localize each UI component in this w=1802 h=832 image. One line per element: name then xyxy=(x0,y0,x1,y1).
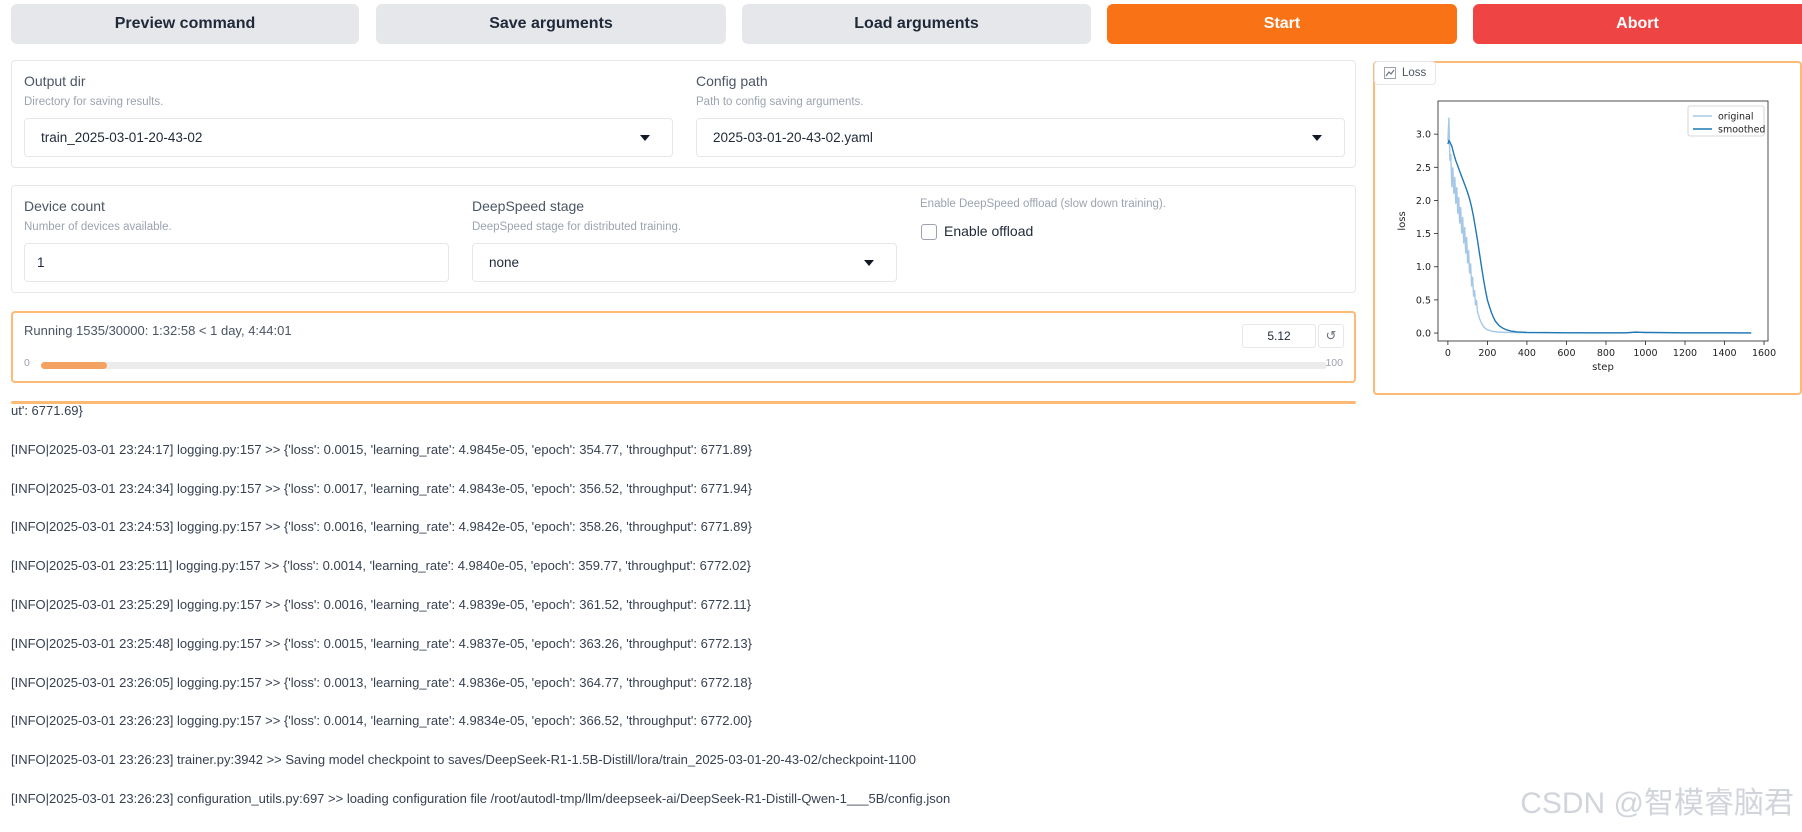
chevron-down-icon xyxy=(1312,135,1322,141)
log-line: [INFO|2025-03-01 23:26:05] logging.py:15… xyxy=(11,674,752,690)
log-line: [INFO|2025-03-01 23:24:17] logging.py:15… xyxy=(11,441,752,457)
y-tick-label: 3.0 xyxy=(1416,130,1431,141)
log-line: [INFO|2025-03-01 23:26:23] configuration… xyxy=(11,791,951,806)
log-line: [INFO|2025-03-01 23:24:34] logging.py:15… xyxy=(11,480,752,496)
log-line: [INFO|2025-03-01 23:25:48] logging.py:15… xyxy=(11,635,752,651)
start-button[interactable]: Start xyxy=(1107,4,1457,44)
legend-label: original xyxy=(1718,112,1754,123)
x-axis-label: step xyxy=(1592,362,1614,373)
deepspeed-stage-value: none xyxy=(489,255,520,270)
chevron-down-icon xyxy=(640,135,650,141)
deepspeed-stage-label: DeepSpeed stage xyxy=(472,198,585,214)
legend-label: smoothed xyxy=(1718,125,1765,136)
config-path-dropdown[interactable]: 2025-03-01-20-43-02.yaml xyxy=(696,118,1345,157)
output-dir-dropdown[interactable]: train_2025-03-01-20-43-02 xyxy=(24,118,673,157)
log-line: [INFO|2025-03-01 23:25:29] logging.py:15… xyxy=(11,597,751,612)
y-tick-label: 2.5 xyxy=(1416,163,1431,174)
deepspeed-stage-dropdown[interactable]: none xyxy=(472,243,897,282)
load-arguments-button[interactable]: Load arguments xyxy=(742,4,1091,44)
save-arguments-button[interactable]: Save arguments xyxy=(376,4,726,44)
progress-block: Running 1535/30000: 1:32:58 < 1 day, 4:4… xyxy=(11,311,1356,383)
loss-chart: 0 200 400 600 800 1000 1200 1400 1600 0.0 0.5 1.0 1.… xyxy=(1397,100,1776,373)
plot-frame xyxy=(1437,100,1769,342)
y-axis-label: loss xyxy=(1397,211,1408,230)
x-tick-label: 400 xyxy=(1518,348,1536,359)
log-border xyxy=(11,401,1356,404)
output-dir-label: Output dir xyxy=(24,73,86,89)
progress-slider[interactable] xyxy=(41,362,1327,369)
watermark: CSDN @智模睿脑君 xyxy=(1520,787,1794,820)
enable-offload-checkbox[interactable] xyxy=(921,224,937,240)
progress-status-text: Running 1535/30000: 1:32:58 < 1 day, 4:4… xyxy=(24,323,292,338)
progress-number-input[interactable]: 5.12 xyxy=(1242,324,1316,348)
y-tick-label: 2.0 xyxy=(1416,196,1431,207)
progress-slider-fill xyxy=(41,362,107,369)
abort-button[interactable]: Abort xyxy=(1473,4,1802,44)
x-tick-label: 1400 xyxy=(1712,348,1736,359)
x-tick-label: 1200 xyxy=(1673,348,1697,359)
enable-offload-label[interactable]: Enable offload xyxy=(944,223,1033,239)
device-count-input[interactable]: 1 xyxy=(24,243,449,282)
y-tick-label: 1.5 xyxy=(1416,229,1431,240)
plot-label-text: Loss xyxy=(1402,67,1427,79)
x-tick-label: 1000 xyxy=(1633,348,1657,359)
config-path-label: Config path xyxy=(696,73,768,89)
x-tick-label: 0 xyxy=(1445,348,1451,359)
line-chart-icon xyxy=(1384,67,1396,79)
config-path-info: Path to config saving arguments. xyxy=(696,96,864,108)
slider-max-label: 100 xyxy=(1325,357,1343,369)
y-tick-label: 1.0 xyxy=(1416,262,1431,273)
x-tick-label: 800 xyxy=(1597,348,1615,359)
loss-plot-block: 0 200 400 600 800 1000 1200 1400 1600 0.0 0.5 1.0 1.… xyxy=(1373,61,1802,395)
deepspeed-stage-info: DeepSpeed stage for distributed training… xyxy=(472,221,682,233)
reset-icon[interactable]: ↺ xyxy=(1318,324,1344,348)
preview-command-button[interactable]: Preview command xyxy=(11,4,359,44)
chevron-down-icon xyxy=(864,260,874,266)
slider-min-label: 0 xyxy=(24,357,30,369)
y-tick-label: 0.5 xyxy=(1416,295,1431,306)
y-tick-label: 0.0 xyxy=(1416,329,1431,340)
log-line: [INFO|2025-03-01 23:24:53] logging.py:15… xyxy=(11,519,752,535)
offload-info: Enable DeepSpeed offload (slow down trai… xyxy=(920,198,1166,210)
log-line: ut': 6771.69} xyxy=(11,403,83,418)
output-dir-info: Directory for saving results. xyxy=(24,96,164,108)
plot-label: Loss xyxy=(1374,61,1437,85)
device-count-label: Device count xyxy=(24,198,105,214)
device-count-value: 1 xyxy=(37,255,45,270)
log-line: [INFO|2025-03-01 23:25:11] logging.py:15… xyxy=(11,558,751,574)
log-line: [INFO|2025-03-01 23:26:23] trainer.py:39… xyxy=(11,752,916,768)
device-count-info: Number of devices available. xyxy=(24,221,172,233)
output-dir-value: train_2025-03-01-20-43-02 xyxy=(41,130,203,145)
x-tick-label: 600 xyxy=(1557,348,1575,359)
x-tick-label: 200 xyxy=(1478,348,1496,359)
log-line: [INFO|2025-03-01 23:26:23] logging.py:15… xyxy=(11,713,752,729)
x-tick-label: 1600 xyxy=(1752,348,1776,359)
config-path-value: 2025-03-01-20-43-02.yaml xyxy=(713,130,873,145)
paths-block: Output dir Directory for saving results.… xyxy=(11,60,1356,168)
distributed-block: Device count Number of devices available… xyxy=(11,185,1356,293)
